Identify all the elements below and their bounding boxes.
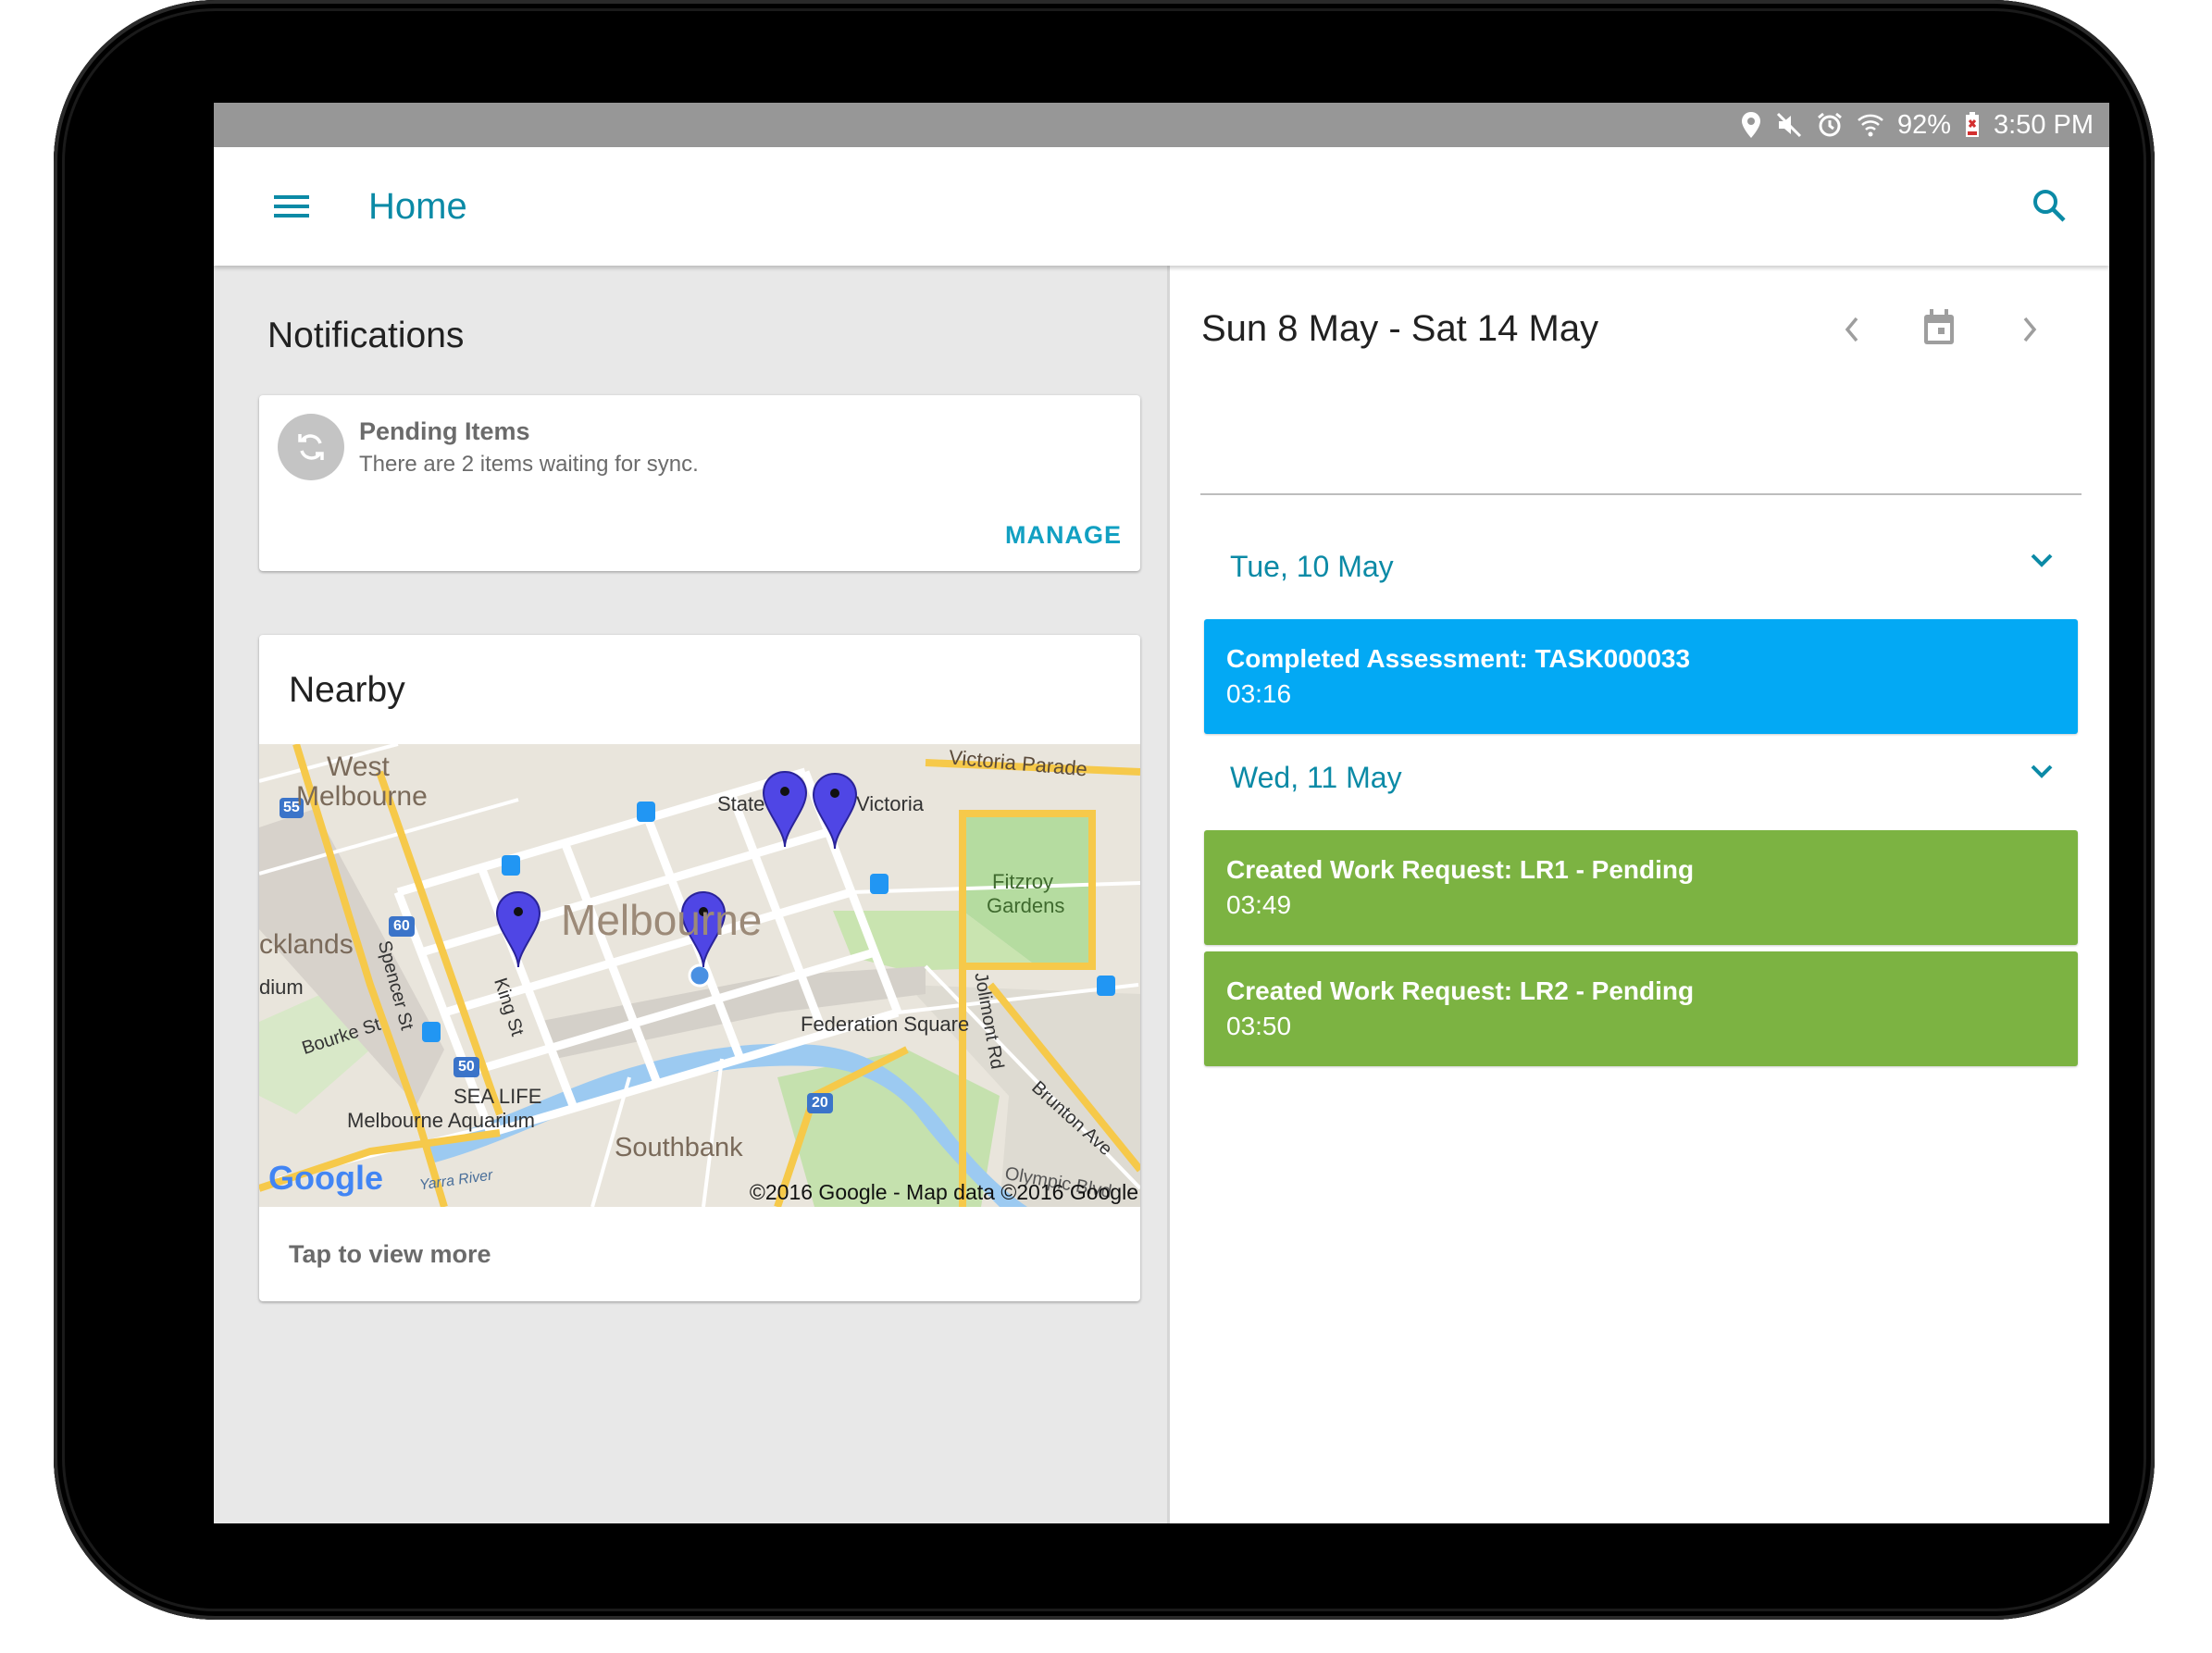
route-label: 50 — [458, 1059, 475, 1075]
nearby-map[interactable]: West Melbourne Victoria Parade State Vic… — [259, 744, 1140, 1207]
chevron-left-icon[interactable] — [1829, 306, 1875, 353]
map-label: Gardens — [987, 894, 1065, 917]
map-label: Melbourne — [561, 896, 763, 944]
nearby-card: Nearby West Melbourne Victoria Parade St… — [259, 635, 1140, 1301]
map-label: dium — [259, 976, 304, 999]
hamburger-menu-icon[interactable] — [269, 184, 314, 229]
map-label: Federation Square — [801, 1013, 970, 1036]
map-label: Fitzroy — [992, 870, 1053, 893]
event-card-assessment[interactable]: Completed Assessment: TASK000033 03:16 — [1204, 619, 2078, 734]
search-icon[interactable] — [2026, 182, 2072, 229]
alarm-icon — [1816, 111, 1844, 139]
event-card-work-request-lr1[interactable]: Created Work Request: LR1 - Pending 03:4… — [1204, 830, 2078, 945]
event-card-work-request-lr2[interactable]: Created Work Request: LR2 - Pending 03:5… — [1204, 951, 2078, 1066]
route-label: 20 — [812, 1095, 828, 1111]
event-title: Created Work Request: LR1 - Pending — [1226, 855, 1695, 884]
app-bar: Home — [214, 147, 2109, 266]
event-time: 03:49 — [1226, 890, 1292, 919]
route-label: 60 — [393, 918, 410, 934]
day-header-wed[interactable]: Wed, 11 May — [1200, 748, 2082, 813]
nearby-title: Nearby — [289, 670, 405, 710]
wifi-icon — [1857, 111, 1884, 139]
status-time: 3:50 PM — [1994, 109, 2094, 140]
battery-icon — [1964, 111, 1981, 139]
pending-items-card: Pending Items There are 2 items waiting … — [259, 395, 1140, 571]
map-label: cklands — [259, 929, 354, 960]
manage-button[interactable]: MANAGE — [1005, 521, 1122, 550]
day-label: Tue, 10 May — [1230, 550, 1394, 583]
screen: 92% 3:50 PM Home Notifications Pending I… — [214, 103, 2109, 1523]
event-title: Completed Assessment: TASK000033 — [1226, 644, 1691, 673]
event-time: 03:50 — [1226, 1012, 1292, 1040]
date-range: Sun 8 May - Sat 14 May — [1201, 308, 1599, 349]
notifications-title: Notifications — [267, 316, 465, 355]
route-label: 55 — [283, 800, 300, 815]
calendar-icon[interactable] — [1916, 304, 1962, 351]
chevron-down-icon — [2030, 552, 2054, 573]
current-location-dot — [688, 963, 712, 988]
status-bar: 92% 3:50 PM — [214, 103, 2109, 147]
location-icon — [1740, 111, 1762, 139]
battery-percent: 92% — [1896, 109, 1951, 140]
pending-items-message: There are 2 items waiting for sync. — [359, 452, 699, 477]
chevron-right-icon[interactable] — [2007, 306, 2053, 353]
header-divider — [1200, 493, 2082, 495]
tablet-frame: 92% 3:50 PM Home Notifications Pending I… — [54, 0, 2155, 1620]
schedule-pane: Sun 8 May - Sat 14 May Tue, 10 May Compl… — [1170, 266, 2109, 1523]
map-copyright: ©2016 Google - Map data ©2016 Google — [749, 1180, 1138, 1204]
chevron-down-icon — [2030, 763, 2054, 784]
map-label: Melbourne Aquarium — [347, 1109, 536, 1132]
mute-icon — [1775, 111, 1803, 139]
tap-to-view-more-link[interactable]: Tap to view more — [289, 1240, 491, 1269]
left-pane: Notifications Pending Items There are 2 … — [214, 266, 1167, 1523]
map-label: Victoria — [856, 792, 924, 815]
map-label: Southbank — [615, 1133, 743, 1162]
map-label: Melbourne — [296, 781, 428, 812]
day-label: Wed, 11 May — [1230, 761, 1402, 794]
pending-items-title: Pending Items — [359, 417, 530, 445]
sync-icon — [278, 414, 344, 480]
google-logo: Google — [268, 1159, 383, 1197]
map-label: State — [717, 792, 765, 815]
map-label: West — [327, 752, 390, 782]
event-time: 03:16 — [1226, 679, 1292, 708]
map-label: SEA LIFE — [454, 1085, 542, 1108]
event-title: Created Work Request: LR2 - Pending — [1226, 976, 1695, 1005]
page-title: Home — [368, 186, 467, 227]
day-header-tue[interactable]: Tue, 10 May — [1200, 537, 2082, 602]
